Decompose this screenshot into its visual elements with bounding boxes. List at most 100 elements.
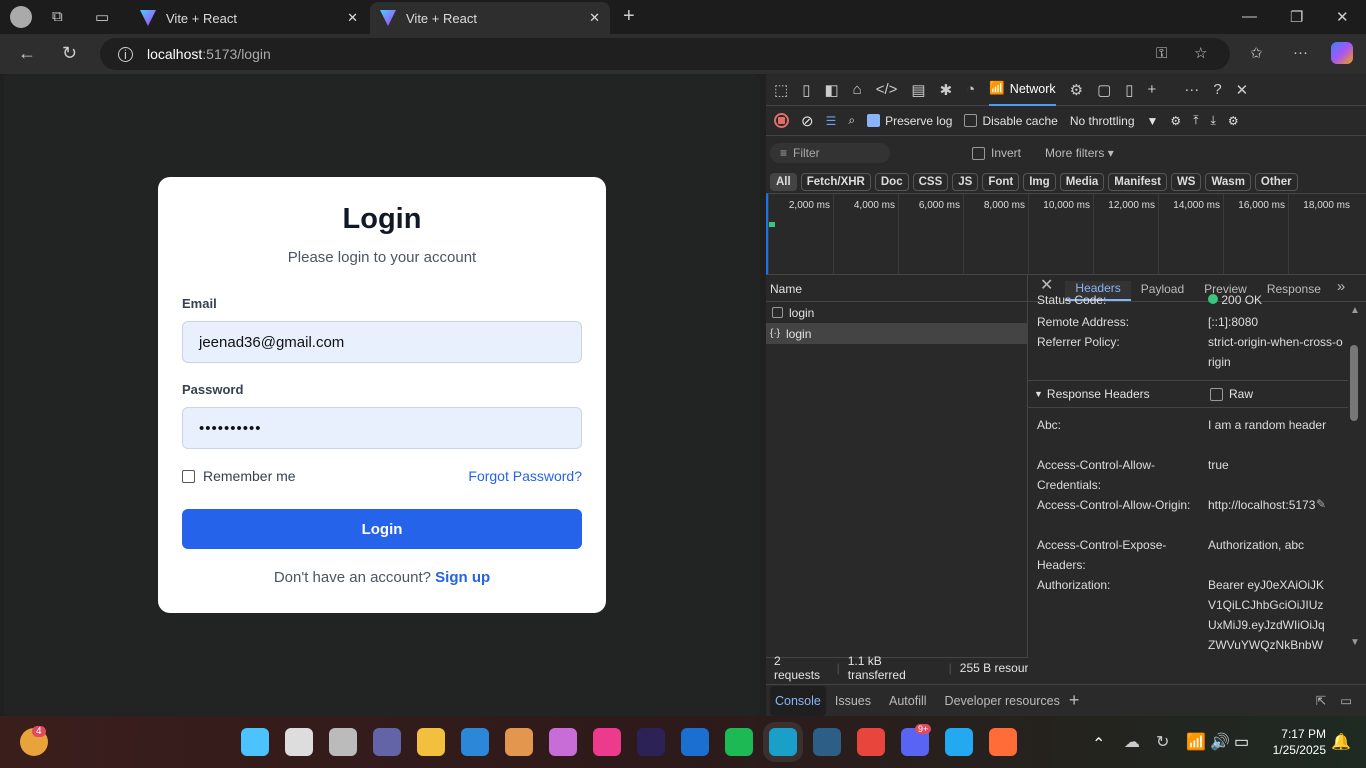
onedrive-icon[interactable]: ☁ — [1124, 732, 1140, 752]
wifi-icon[interactable]: 📶 — [1186, 732, 1206, 752]
network-conditions-icon[interactable]: ⚙ — [1170, 114, 1181, 128]
microsoft-store-icon[interactable] — [461, 728, 489, 756]
edge-icon[interactable] — [769, 728, 797, 756]
type-filter-doc[interactable]: Doc — [874, 173, 909, 191]
more-filters-button[interactable]: More filters ▾ — [1045, 146, 1114, 160]
search-icon[interactable]: ⌕ — [848, 113, 855, 128]
invert-checkbox[interactable] — [972, 146, 985, 160]
browser-tab-active[interactable]: Vite + React ✕ — [370, 2, 610, 34]
type-filter-fetchxhr[interactable]: Fetch/XHR — [800, 173, 871, 191]
more-tabs-icon[interactable]: » — [1331, 278, 1351, 301]
record-icon[interactable] — [774, 113, 789, 128]
type-filter-css[interactable]: CSS — [912, 173, 949, 191]
network-overview-timeline[interactable]: 2,000 ms 4,000 ms 6,000 ms 8,000 ms 10,000 m… — [766, 193, 1366, 275]
info-icon[interactable]: i — [118, 46, 133, 62]
add-drawer-tab-icon[interactable]: + — [1069, 690, 1080, 711]
more-options-icon[interactable]: ··· — [1184, 81, 1199, 98]
close-window-icon[interactable]: ✕ — [1336, 8, 1349, 26]
battery-icon[interactable]: ▭ — [1234, 732, 1249, 752]
password-input[interactable]: •••••••••• — [182, 407, 582, 449]
type-filter-other[interactable]: Other — [1254, 173, 1298, 191]
storage-icon[interactable]: ▯ — [1125, 81, 1133, 99]
filter-input[interactable]: ≡ Filter — [770, 143, 890, 163]
new-tab-icon[interactable]: + — [623, 5, 635, 28]
sources-bug-icon[interactable]: ✱ — [940, 81, 953, 99]
collapse-triangle-icon[interactable]: ▼ — [1028, 389, 1043, 399]
copilot-icon[interactable] — [1331, 42, 1353, 64]
response-headers-section[interactable]: ▼ Response Headers Raw — [1028, 380, 1348, 408]
import-har-icon[interactable]: ⤒ — [1193, 113, 1198, 128]
scrollbar-thumb[interactable] — [1350, 345, 1358, 421]
more-menu-icon[interactable]: ··· — [1293, 44, 1308, 61]
address-bar[interactable]: i localhost:5173/login ⚿ ☆ — [100, 38, 1230, 70]
tab-network[interactable]: 📶 Network — [989, 74, 1056, 106]
type-filter-img[interactable]: Img — [1023, 173, 1056, 191]
elements-icon[interactable]: </> — [876, 81, 898, 98]
drawer-tab-developer-resources[interactable]: Developer resources — [936, 686, 1069, 716]
request-row-selected[interactable]: {·} login — [766, 323, 1027, 344]
name-column-header[interactable]: Name — [766, 275, 1027, 302]
tab-response[interactable]: Response — [1257, 282, 1331, 301]
intellij-icon[interactable] — [593, 728, 621, 756]
back-icon[interactable]: ← — [18, 43, 36, 64]
throttling-select[interactable]: No throttling — [1070, 114, 1135, 128]
copilot-icon[interactable] — [549, 728, 577, 756]
browser-tab[interactable]: Vite + React ✕ — [130, 2, 368, 34]
sync-icon[interactable]: ↻ — [1156, 732, 1169, 752]
add-tool-icon[interactable]: + — [1148, 81, 1157, 98]
favorite-star-icon[interactable]: ☆ — [1194, 44, 1207, 62]
search-icon[interactable] — [285, 728, 313, 756]
performance-icon[interactable]: ◔ — [966, 81, 975, 98]
minimize-icon[interactable]: — — [1242, 8, 1257, 25]
file-explorer-icon[interactable] — [417, 728, 445, 756]
help-icon[interactable]: ? — [1213, 81, 1221, 98]
invert-option[interactable]: Invert — [972, 146, 1021, 160]
volume-icon[interactable]: 🔊 — [1210, 732, 1230, 752]
preserve-log-checkbox[interactable] — [867, 114, 881, 127]
preserve-log-option[interactable]: Preserve log — [867, 114, 952, 128]
workspaces-icon[interactable]: ⧉ — [52, 8, 63, 25]
raw-option[interactable]: Raw — [1210, 387, 1253, 401]
type-filter-js[interactable]: JS — [952, 173, 979, 191]
tab-actions-icon[interactable]: ▭ — [95, 8, 109, 26]
vscode-icon[interactable] — [945, 728, 973, 756]
edit-pencil-icon[interactable]: ✎ — [1316, 497, 1326, 511]
tab-payload[interactable]: Payload — [1131, 282, 1194, 301]
task-view-icon[interactable] — [329, 728, 357, 756]
paint-icon[interactable] — [505, 728, 533, 756]
dock-icon[interactable]: ◧ — [824, 81, 838, 99]
type-filter-manifest[interactable]: Manifest — [1108, 173, 1167, 191]
undock-drawer-icon[interactable]: ⇱ — [1316, 693, 1326, 708]
eclipse-icon[interactable] — [637, 728, 665, 756]
teamviewer-icon[interactable] — [681, 728, 709, 756]
application-icon[interactable]: ▢ — [1097, 81, 1111, 99]
show-hidden-icons[interactable]: ⌃ — [1092, 734, 1105, 754]
request-row[interactable]: login — [766, 302, 1027, 323]
drawer-tab-autofill[interactable]: Autofill — [880, 686, 936, 716]
type-filter-font[interactable]: Font — [982, 173, 1020, 191]
type-filter-media[interactable]: Media — [1059, 173, 1105, 191]
scroll-up-icon[interactable]: ▲ — [1350, 305, 1360, 316]
settings-icon[interactable]: ⚙ — [1228, 114, 1239, 128]
key-icon[interactable]: ⚿ — [1156, 45, 1167, 62]
mysql-workbench-icon[interactable] — [813, 728, 841, 756]
signup-link[interactable]: Sign up — [435, 569, 490, 586]
close-devtools-icon[interactable]: ✕ — [1236, 81, 1249, 99]
start-windows-icon[interactable] — [241, 728, 269, 756]
postman-icon[interactable] — [989, 728, 1017, 756]
type-filter-wasm[interactable]: Wasm — [1205, 173, 1251, 191]
profile-avatar[interactable] — [10, 6, 32, 28]
scroll-down-icon[interactable]: ▼ — [1350, 637, 1360, 648]
console-icon[interactable]: ▤ — [911, 81, 925, 99]
refresh-icon[interactable]: ↻ — [62, 43, 77, 64]
device-emulation-icon[interactable]: ▯ — [802, 81, 810, 99]
inspect-icon[interactable]: ⬚ — [774, 81, 788, 99]
close-tab-icon[interactable]: ✕ — [589, 10, 600, 26]
chrome-icon[interactable] — [857, 728, 885, 756]
drawer-tab-console[interactable]: Console — [770, 685, 826, 716]
export-har-icon[interactable]: ⤓ — [1211, 113, 1216, 128]
forgot-password-link[interactable]: Forgot Password? — [468, 468, 582, 484]
spotify-icon[interactable] — [725, 728, 753, 756]
teams-icon[interactable] — [373, 728, 401, 756]
memory-icon[interactable]: ⚙ — [1070, 81, 1083, 99]
